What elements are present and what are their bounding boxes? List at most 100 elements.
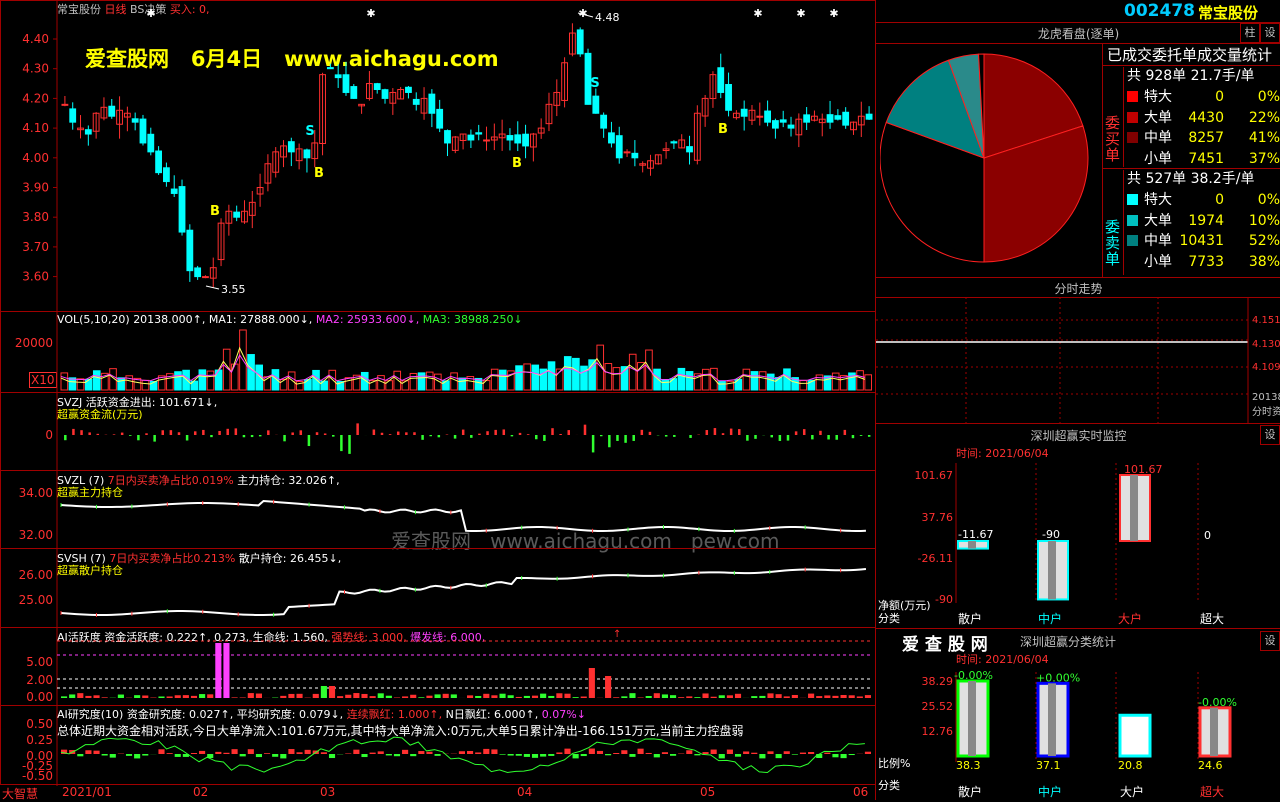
flow-bar (218, 431, 221, 435)
class-value: 20.8 (1118, 759, 1143, 772)
order-volume: 8257 (1188, 128, 1224, 149)
flow-bar (226, 429, 229, 435)
activity-bar (370, 696, 376, 698)
flow-bar (486, 431, 489, 435)
research-bar (215, 752, 221, 754)
software-brand[interactable]: 大智慧 (2, 785, 38, 802)
flow-bar (641, 430, 644, 435)
candle-body (616, 136, 622, 158)
activity-bar (759, 696, 765, 698)
activity-bar (776, 694, 782, 698)
volume-bar (564, 357, 571, 390)
candle-body (437, 109, 443, 128)
activity-bar (378, 693, 384, 698)
flow-bar (551, 428, 554, 435)
price-ytick: 4.40 (22, 32, 49, 46)
flow-bar (438, 435, 441, 437)
star-marker: ✱ (146, 7, 155, 20)
class-ylabel: 比例% (878, 756, 910, 770)
order-size-label: 大单 (1144, 213, 1172, 229)
research-bar (759, 754, 765, 758)
main-kline-panel[interactable]: 常宝股份 日线 BS决策 买入: 0, 爱查股网 6月4日 www.aichag… (0, 0, 876, 312)
research-bar (735, 754, 741, 757)
svzj-panel[interactable]: SVZJ 活跃资金进出: 101.671↓, 超赢资金流(万元) 0 (0, 392, 876, 471)
kline-chart[interactable]: 4.404.304.204.104.003.903.803.703.60BBBB… (1, 1, 877, 313)
svzl-panel[interactable]: SVZL (7) 7日内买卖净占比0.019% 主力持仓: 32.026↑, 超… (0, 470, 876, 549)
activity-bar (435, 694, 441, 698)
research-bar (751, 753, 757, 754)
activity-bar (321, 686, 327, 698)
flow-bar (202, 430, 205, 435)
candle-body (687, 147, 693, 152)
activity-bar (93, 695, 99, 698)
candle-body (288, 142, 294, 152)
volume-bar (499, 370, 506, 390)
stock-name: 常宝股份 (1198, 2, 1258, 23)
monitor-xlabel: 分类 (878, 611, 900, 625)
volume-bar (491, 369, 498, 390)
order-percent: 38% (1249, 252, 1280, 273)
star-marker: ✱ (829, 7, 838, 20)
research-bar (126, 754, 132, 756)
candle-body (156, 151, 162, 173)
flow-bar (527, 434, 530, 435)
bar-toggle-button[interactable]: 柱 (1240, 23, 1260, 43)
volume-bar (678, 368, 685, 390)
activity-bar (735, 694, 741, 698)
order-percent: 22% (1249, 108, 1280, 129)
flow-bar (868, 435, 871, 437)
activity-bar (711, 697, 717, 698)
monitor-ytick: 37.76 (922, 511, 954, 524)
flow-bar (316, 432, 319, 435)
research-bar (435, 754, 441, 756)
flow-bar (145, 433, 148, 435)
flow-bar (283, 435, 286, 441)
order-size-label: 特大 (1144, 89, 1172, 105)
candle-body (624, 152, 630, 153)
settings-button[interactable]: 设 (1260, 23, 1280, 43)
activity-bar (248, 693, 254, 698)
svzl-chart (1, 471, 877, 550)
flow-bar (373, 430, 376, 435)
volume-bar (451, 373, 458, 390)
volume-panel[interactable]: VOL(5,10,20) 20138.000↑, MA1: 27888.000↓… (0, 311, 876, 393)
flow-bar (454, 435, 457, 439)
candle-body (327, 68, 333, 69)
intraday-chart: 4.1514.1304.10920138分时资 (876, 297, 1280, 423)
ai-research-panel[interactable]: AI研究度(10) 资金研究度: 0.027↑, 平均研究度: 0.079↓, … (0, 705, 876, 785)
legend-swatch (1127, 235, 1138, 246)
intraday-ytick: 4.109 (1252, 362, 1280, 373)
legend-swatch (1127, 132, 1138, 143)
flow-bar (706, 430, 709, 435)
activity-bar (841, 695, 847, 698)
monitor-category: 大户 (1118, 611, 1142, 626)
candle-body (609, 133, 615, 143)
research-bar (410, 754, 416, 756)
activity-bar (702, 693, 708, 698)
activity-bar (646, 696, 652, 698)
svsh-panel[interactable]: SVSH (7) 7日内买卖净占比0.213% 散户持仓: 26.455↓, 超… (0, 548, 876, 628)
research-bar (499, 754, 505, 755)
order-percent: 10% (1249, 211, 1280, 232)
flow-bar (665, 435, 668, 437)
activity-bar (857, 696, 863, 698)
research-bar (540, 754, 546, 757)
volume-bar (735, 379, 742, 390)
volume-bar (305, 380, 312, 390)
ai-activity-panel[interactable]: AI活跃度 资金活跃度: 0.222↑, 0.273, 生命线: 1.560, … (0, 627, 876, 706)
volume-bar (248, 355, 255, 390)
candle-body (171, 189, 177, 193)
order-volume: 7733 (1188, 252, 1224, 273)
class-bar (1120, 715, 1150, 756)
order-pie-chart (880, 48, 1100, 274)
buy-side-label: 委买单 (1105, 115, 1121, 163)
activity-bar (727, 695, 733, 698)
research-bar (670, 754, 676, 756)
research-bar (142, 754, 148, 756)
order-size-label: 小单 (1144, 254, 1172, 270)
monitor-value: -11.67 (958, 528, 993, 541)
activity-bar (808, 694, 814, 698)
flow-bar (494, 430, 497, 435)
research-bar (841, 754, 847, 758)
candle-body (765, 111, 771, 122)
